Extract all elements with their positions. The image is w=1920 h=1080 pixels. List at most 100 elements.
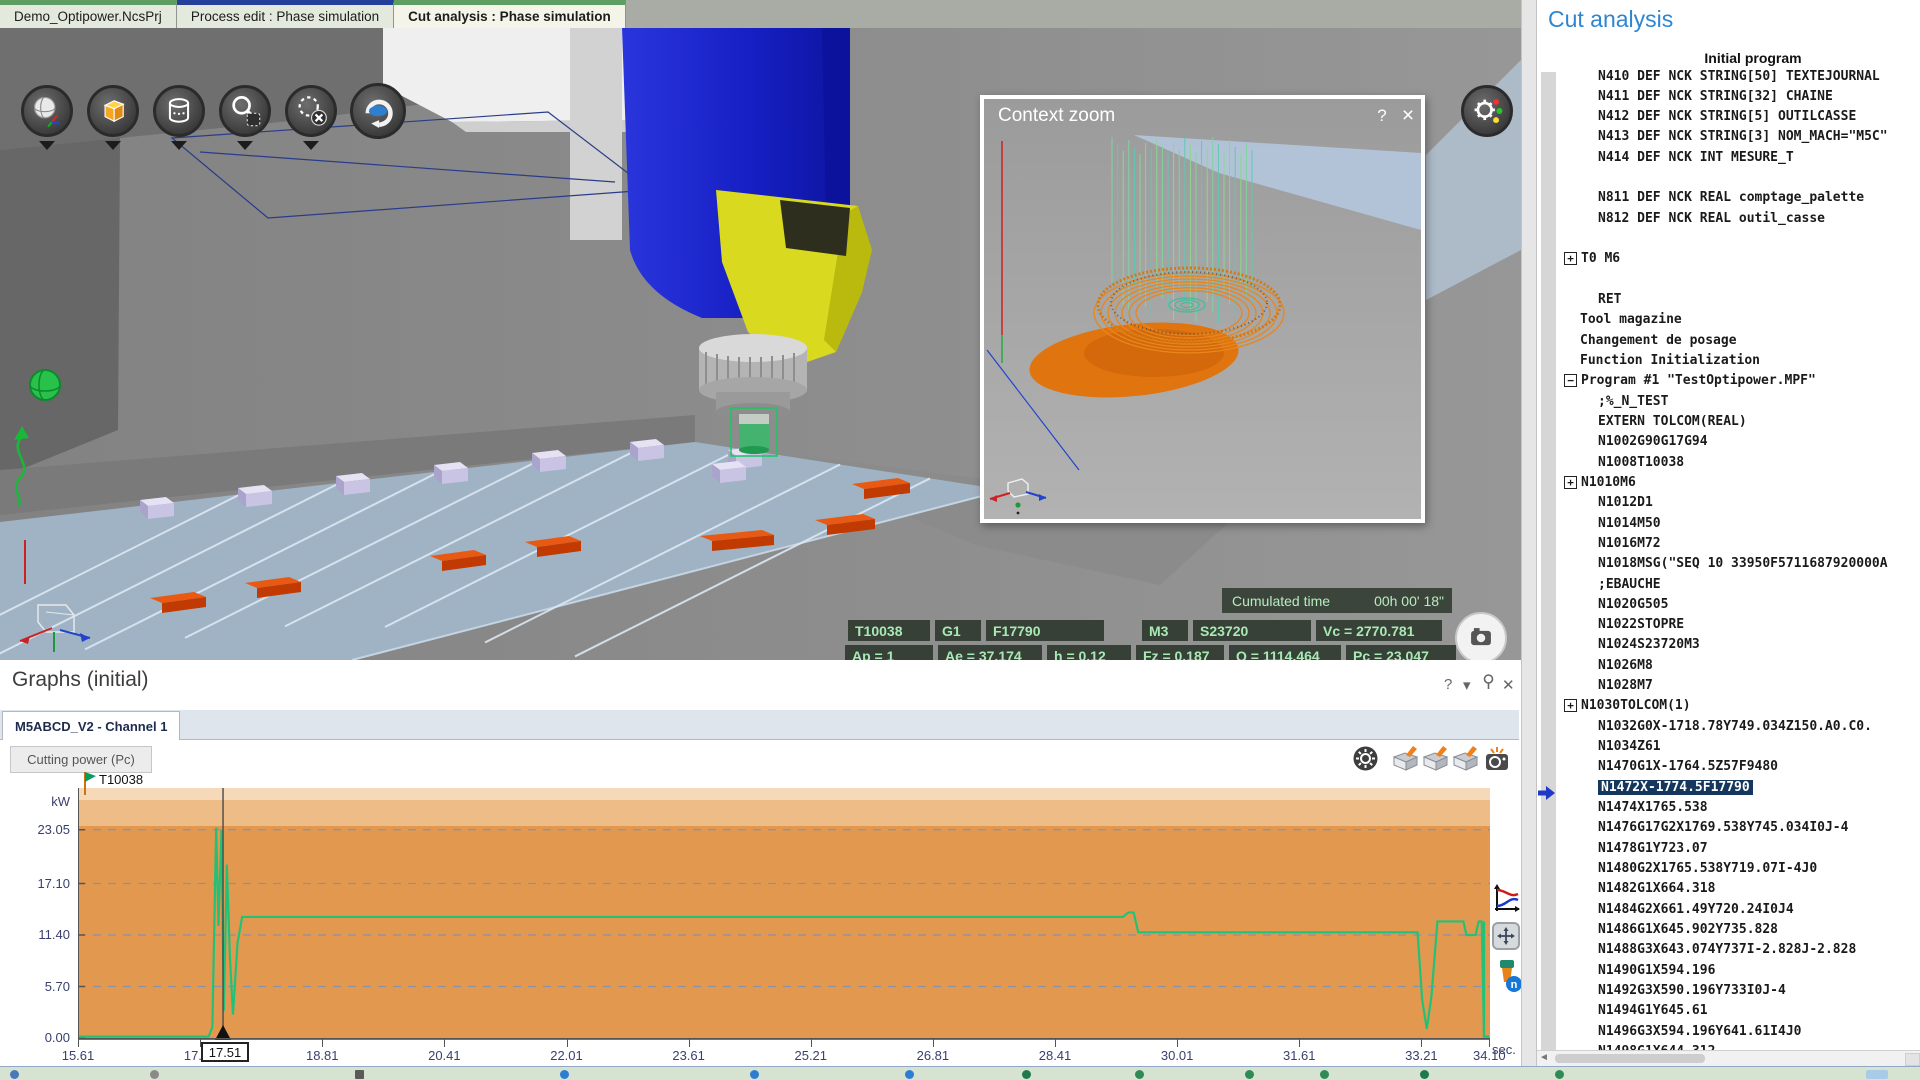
gcode-line[interactable]: N1490G1X594.196 [1537, 960, 1920, 980]
gcode-line[interactable]: N1486G1X645.902Y735.828 [1537, 919, 1920, 939]
taskbar-app-icon[interactable] [1320, 1070, 1329, 1079]
help-icon[interactable]: ? [1444, 676, 1452, 693]
taskbar-tray-item[interactable] [1866, 1070, 1888, 1079]
gcode-line[interactable]: N1478G1Y723.07 [1537, 838, 1920, 858]
expand-plus-icon[interactable]: + [1564, 699, 1577, 712]
chart-export-button[interactable] [1452, 745, 1479, 777]
gcode-line[interactable]: EXTERN TOLCOM(REAL) [1537, 411, 1920, 431]
display-settings-button[interactable] [1461, 85, 1513, 137]
taskbar-app-icon[interactable] [905, 1070, 914, 1079]
gcode-line[interactable]: N1016M72 [1537, 533, 1920, 553]
taskbar-app-icon[interactable] [1420, 1070, 1429, 1079]
isometric-dropdown[interactable] [105, 141, 121, 150]
pin-icon[interactable] [1482, 674, 1495, 694]
gcode-line[interactable]: +T0 M6 [1537, 249, 1920, 269]
gcode-line[interactable]: N1008T10038 [1537, 452, 1920, 472]
gcode-line[interactable]: N1482G1X664.318 [1537, 879, 1920, 899]
zoom-button[interactable] [219, 85, 271, 137]
view-orientation-button[interactable] [21, 85, 73, 137]
record-button[interactable] [1455, 612, 1507, 660]
taskbar-app-icon[interactable] [750, 1070, 759, 1079]
close-icon[interactable]: × [1395, 104, 1421, 128]
tab-process-edit[interactable]: Process edit : Phase simulation [177, 0, 394, 28]
gcode-line[interactable]: N1480G2X1765.538Y719.07I-4J0 [1537, 858, 1920, 878]
gcode-line[interactable]: +N1010M6 [1537, 472, 1920, 492]
gcode-line[interactable]: N1014M50 [1537, 513, 1920, 533]
graph-tab-channel1[interactable]: M5ABCD_V2 - Channel 1 [2, 711, 180, 740]
gcode-line[interactable]: RET [1537, 290, 1920, 310]
close-icon[interactable]: ✕ [1502, 676, 1515, 694]
pan-chart-button[interactable] [1492, 922, 1520, 950]
simulation-3d-viewport[interactable]: Context zoom ? × [0, 28, 1521, 660]
cutting-power-series-button[interactable]: Cutting power (Pc) [10, 746, 152, 773]
deselect-dropdown[interactable] [303, 141, 319, 150]
expand-plus-icon[interactable]: + [1564, 476, 1577, 489]
scrollbar-thumb[interactable] [1555, 1054, 1705, 1063]
gcode-line[interactable]: N411 DEF NCK STRING[32] CHAINE [1537, 86, 1920, 106]
panel-splitter[interactable] [1521, 0, 1537, 1066]
gcode-line[interactable]: N1470G1X-1764.5Z57F9480 [1537, 757, 1920, 777]
isometric-view-button[interactable] [87, 85, 139, 137]
deselect-button[interactable] [285, 85, 337, 137]
gcode-line[interactable]: N1488G3X643.074Y737I-2.828J-2.828 [1537, 940, 1920, 960]
gcode-line[interactable]: +N1030TOLCOM(1) [1537, 696, 1920, 716]
gcode-line[interactable]: ;EBAUCHE [1537, 574, 1920, 594]
taskbar-app-icon[interactable] [10, 1070, 19, 1079]
gcode-line[interactable]: N1476G17G2X1769.538Y745.034I0J-4 [1537, 818, 1920, 838]
taskbar-app-icon[interactable] [355, 1070, 364, 1079]
gcode-line[interactable]: N1032G0X-1718.78Y749.034Z150.A0.C0. [1537, 716, 1920, 736]
gcode-line[interactable]: N413 DEF NCK STRING[3] NOM_MACH="M5C" [1537, 127, 1920, 147]
stock-dropdown[interactable] [171, 141, 187, 150]
gcode-line[interactable] [1537, 229, 1920, 249]
gcode-line[interactable]: N811 DEF NCK REAL comptage_palette [1537, 188, 1920, 208]
gcode-line[interactable]: N812 DEF NCK REAL outil_casse [1537, 208, 1920, 228]
gcode-line[interactable]: N1012D1 [1537, 493, 1920, 513]
collapse-minus-icon[interactable]: − [1564, 374, 1577, 387]
tab-project[interactable]: Demo_Optipower.NcsPrj [0, 0, 177, 28]
horizontal-scrollbar[interactable]: ◄ [1537, 1050, 1920, 1066]
chart-export-button[interactable] [1392, 745, 1419, 777]
gcode-line[interactable]: N1496G3X594.196Y641.61I4J0 [1537, 1021, 1920, 1041]
scroll-left-arrow[interactable]: ◄ [1539, 1052, 1549, 1063]
context-zoom-titlebar[interactable]: Context zoom ? × [984, 99, 1421, 133]
taskbar-app-icon[interactable] [1022, 1070, 1031, 1079]
gcode-line[interactable]: N1474X1765.538 [1537, 798, 1920, 818]
rotate-view-button[interactable] [350, 83, 406, 139]
gcode-line[interactable]: Changement de posage [1537, 330, 1920, 350]
gcode-line[interactable]: N1018MSG("SEQ 10 33950F5711687920000A [1537, 554, 1920, 574]
gcode-line[interactable]: Tool magazine [1537, 310, 1920, 330]
cutting-power-chart[interactable] [78, 788, 1490, 1040]
gcode-line[interactable] [1537, 168, 1920, 188]
taskbar-app-icon[interactable] [1555, 1070, 1564, 1079]
gcode-line[interactable]: ;%_N_TEST [1537, 391, 1920, 411]
taskbar-app-icon[interactable] [1245, 1070, 1254, 1079]
taskbar-app-icon[interactable] [560, 1070, 569, 1079]
zoom-dropdown[interactable] [237, 141, 253, 150]
expand-plus-icon[interactable]: + [1564, 252, 1577, 265]
view-orientation-dropdown[interactable] [39, 141, 55, 150]
chart-snapshot-button[interactable] [1482, 745, 1512, 777]
chart-export-button[interactable] [1422, 745, 1449, 777]
gcode-line[interactable]: N1026M8 [1537, 655, 1920, 675]
gcode-line-current[interactable]: N1472X-1774.5F17790 [1537, 777, 1920, 797]
context-zoom-window[interactable]: Context zoom ? × [980, 95, 1425, 523]
stock-view-button[interactable] [153, 85, 205, 137]
cursor-time-box[interactable]: 17.51 [201, 1042, 249, 1062]
gcode-line[interactable]: N1020G505 [1537, 594, 1920, 614]
gcode-line[interactable]: N1492G3X590.196Y733I0J-4 [1537, 980, 1920, 1000]
gcode-line[interactable]: N1022STOPRE [1537, 615, 1920, 635]
gcode-line[interactable]: N1028M7 [1537, 676, 1920, 696]
gcode-line[interactable]: N1002G90G17G94 [1537, 432, 1920, 452]
help-icon[interactable]: ? [1369, 106, 1395, 126]
gcode-line[interactable] [1537, 269, 1920, 289]
compare-curves-button[interactable] [1494, 884, 1520, 919]
tool-info-button[interactable]: n [1493, 958, 1523, 1001]
gcode-line[interactable]: Function Initialization [1537, 350, 1920, 370]
taskbar-app-icon[interactable] [1135, 1070, 1144, 1079]
chart-gear-button[interactable] [1352, 745, 1379, 777]
chevron-down-icon[interactable]: ▾ [1463, 676, 1471, 694]
gcode-line[interactable]: N410 DEF NCK STRING[50] TEXTEJOURNAL [1537, 66, 1920, 86]
gcode-line[interactable]: N1024S23720M3 [1537, 635, 1920, 655]
gcode-line[interactable]: N1034Z61 [1537, 737, 1920, 757]
gcode-line[interactable]: −Program #1 "TestOptipower.MPF" [1537, 371, 1920, 391]
